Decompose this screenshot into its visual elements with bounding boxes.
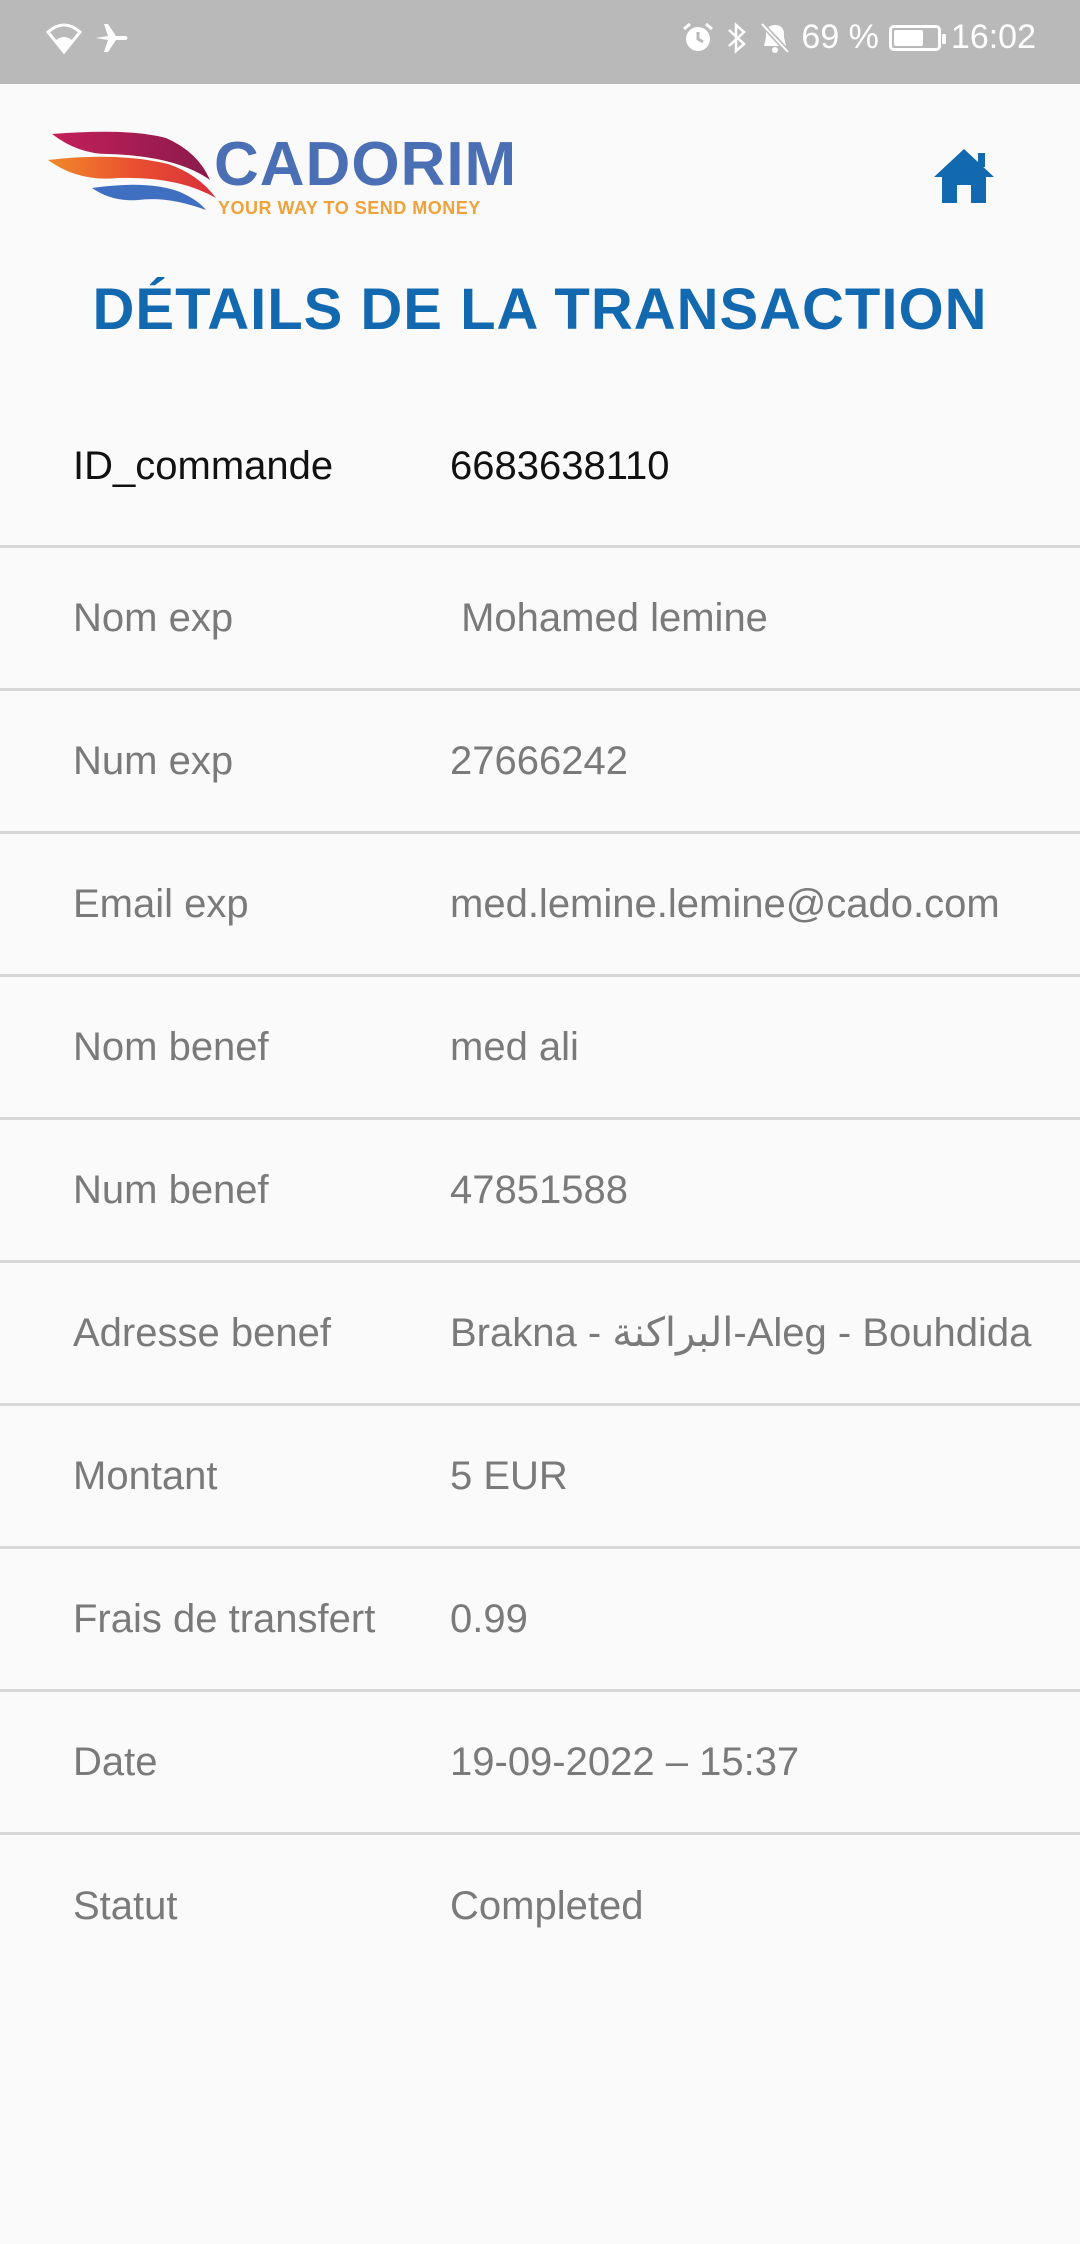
detail-row-frais-de-transfert: Frais de transfert 0.99 bbox=[0, 1549, 1080, 1692]
row-value: 5 EUR bbox=[450, 1453, 568, 1498]
row-label: Statut bbox=[73, 1884, 178, 1928]
row-value: 27666242 bbox=[450, 738, 628, 783]
row-value: Mohamed lemine bbox=[450, 595, 768, 640]
clock: 16:02 bbox=[950, 18, 1036, 56]
row-label: Email exp bbox=[73, 881, 249, 926]
home-button[interactable] bbox=[926, 138, 1002, 214]
row-label: Montant bbox=[73, 1453, 218, 1498]
row-label: Nom exp bbox=[73, 595, 234, 640]
row-value: 47851588 bbox=[450, 1167, 628, 1212]
detail-row-num-benef: Num benef 47851588 bbox=[0, 1120, 1080, 1263]
row-value: med ali bbox=[450, 1024, 579, 1069]
detail-row-statut: Statut Completed bbox=[0, 1835, 1080, 1978]
detail-row-date: Date 19-09-2022 – 15:37 bbox=[0, 1692, 1080, 1835]
alarm-icon bbox=[681, 21, 715, 55]
detail-row-nom-exp: Nom exp Mohamed lemine bbox=[0, 548, 1080, 691]
app-header: CADORIM YOUR WAY TO SEND MONEY bbox=[0, 84, 1080, 264]
cadorim-logo: CADORIM YOUR WAY TO SEND MONEY bbox=[48, 130, 516, 222]
battery-icon bbox=[888, 24, 946, 51]
row-label: Nom benef bbox=[73, 1024, 269, 1069]
row-value: med.lemine.lemine@cado.com bbox=[450, 881, 1000, 926]
row-value: Brakna - البراكنة-Aleg - Bouhdida bbox=[450, 1311, 1032, 1355]
detail-row-montant: Montant 5 EUR bbox=[0, 1406, 1080, 1549]
bell-off-icon bbox=[759, 21, 791, 55]
detail-row-email-exp: Email exp med.lemine.lemine@cado.com bbox=[0, 834, 1080, 977]
page-title: DÉTAILS DE LA TRANSACTION bbox=[92, 277, 988, 342]
battery-level bbox=[893, 29, 923, 46]
brand-name: CADORIM bbox=[214, 130, 518, 199]
airplane-icon bbox=[94, 20, 130, 56]
brand-tagline: YOUR WAY TO SEND MONEY bbox=[218, 198, 481, 218]
detail-row-num-exp: Num exp 27666242 bbox=[0, 691, 1080, 834]
detail-row-id-commande: ID_commande 6683638110 bbox=[0, 388, 1080, 548]
logo-wing-icon bbox=[48, 131, 216, 210]
row-label: Adresse benef bbox=[73, 1310, 331, 1355]
status-left bbox=[44, 20, 130, 56]
bluetooth-icon bbox=[725, 21, 749, 55]
transaction-details: ID_commande 6683638110 Nom exp Mohamed l… bbox=[0, 388, 1080, 1978]
detail-row-nom-benef: Nom benef med ali bbox=[0, 977, 1080, 1120]
status-bar: 69 % 16:02 bbox=[0, 0, 1080, 84]
wifi-icon bbox=[44, 20, 84, 56]
battery-percent: 69 % bbox=[801, 18, 879, 56]
home-icon bbox=[934, 149, 994, 203]
row-value: 19-09-2022 – 15:37 bbox=[450, 1739, 800, 1784]
row-label: Date bbox=[73, 1739, 158, 1784]
row-label: Frais de transfert bbox=[73, 1596, 376, 1641]
row-label: ID_commande bbox=[73, 444, 334, 488]
detail-row-adresse-benef: Adresse benef Brakna - البراكنة-Aleg - B… bbox=[0, 1263, 1080, 1406]
status-right: 69 % 16:02 bbox=[681, 18, 1036, 57]
row-value: Completed bbox=[450, 1884, 644, 1928]
row-value: 6683638110 bbox=[450, 444, 670, 488]
row-label: Num exp bbox=[73, 738, 234, 783]
row-label: Num benef bbox=[73, 1167, 269, 1212]
row-value: 0.99 bbox=[450, 1596, 528, 1641]
